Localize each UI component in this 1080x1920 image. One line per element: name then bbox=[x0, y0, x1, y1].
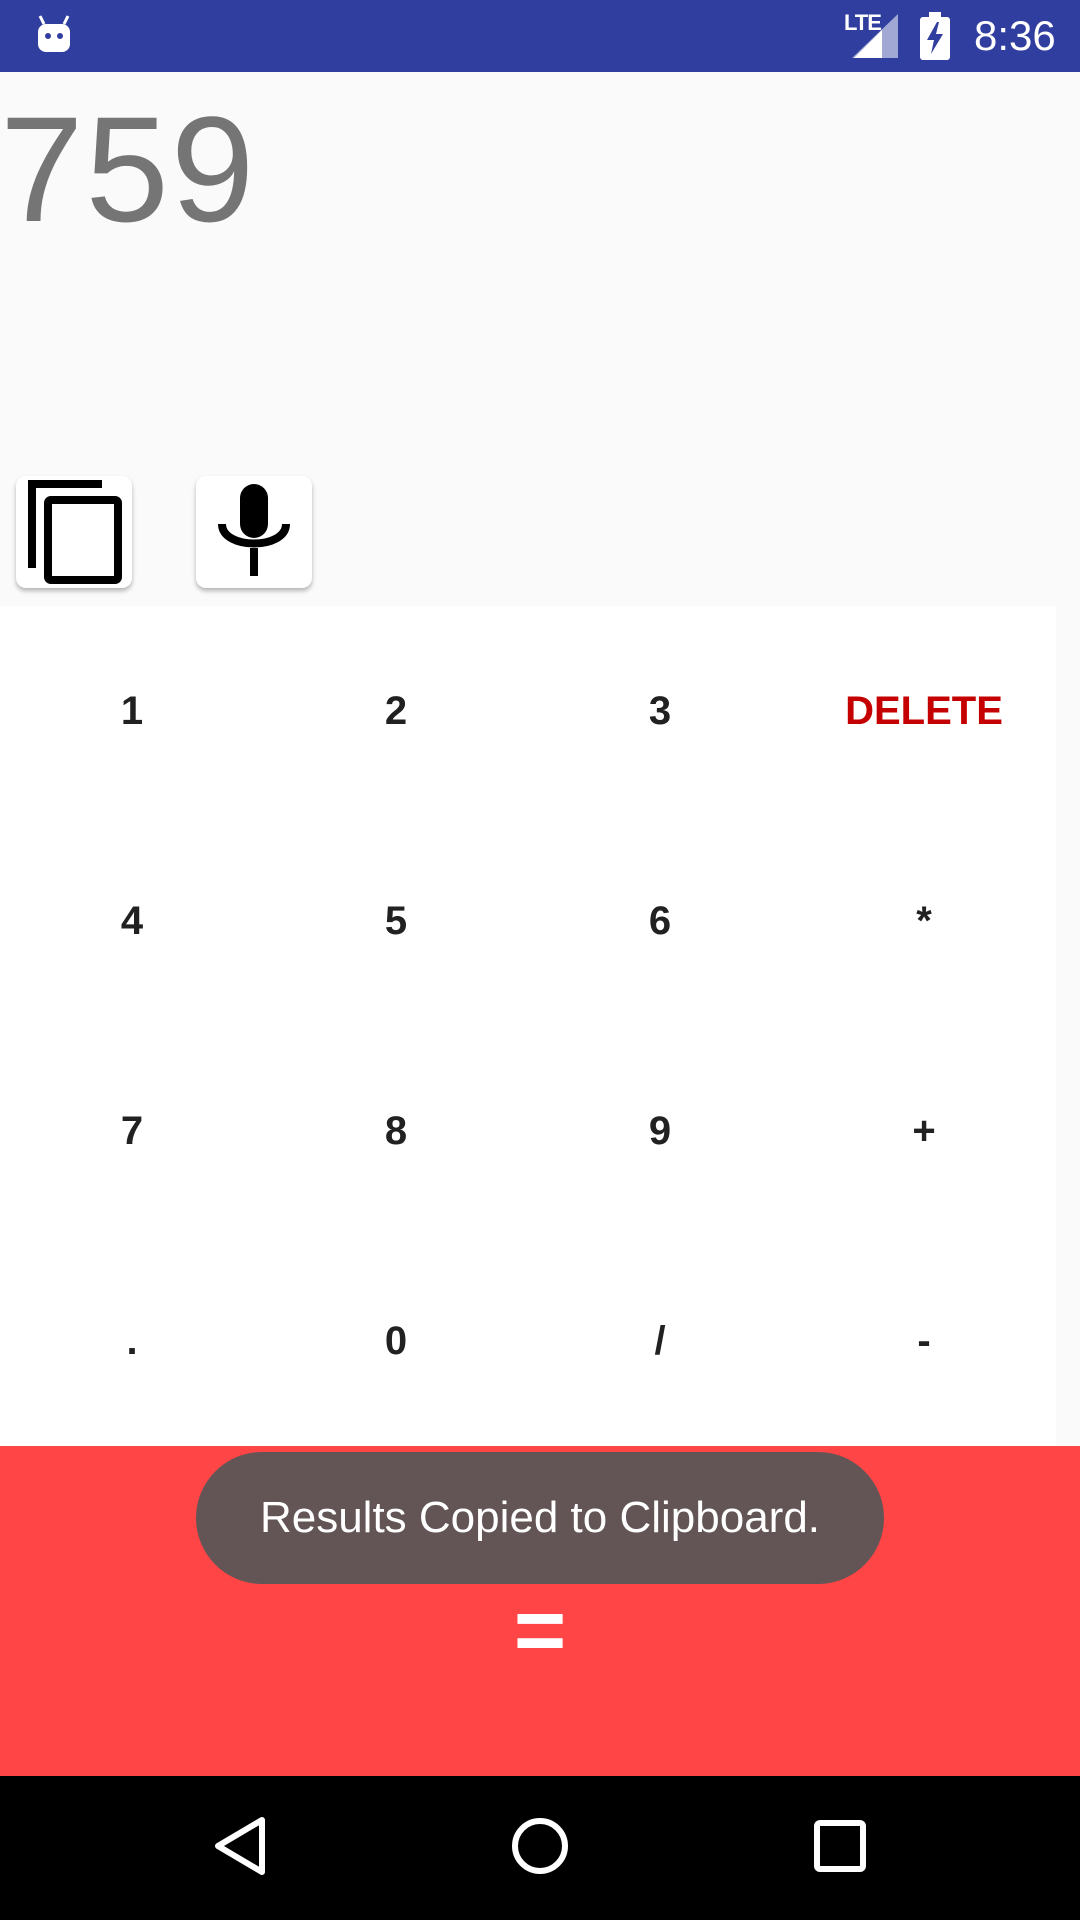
navigation-bar bbox=[0, 1776, 1080, 1920]
key-8[interactable]: 8 bbox=[264, 1026, 528, 1236]
key-decimal[interactable]: . bbox=[0, 1236, 264, 1446]
back-icon bbox=[212, 1816, 268, 1881]
back-button[interactable] bbox=[204, 1812, 276, 1884]
status-bar: LTE 8:36 bbox=[0, 0, 1080, 72]
home-button[interactable] bbox=[504, 1812, 576, 1884]
battery-charging-icon bbox=[920, 12, 950, 65]
key-2[interactable]: 2 bbox=[264, 606, 528, 816]
calculator-display: 759 bbox=[0, 72, 1080, 606]
copy-icon bbox=[24, 476, 124, 589]
delete-button[interactable]: DELETE bbox=[792, 606, 1056, 816]
key-4[interactable]: 4 bbox=[0, 816, 264, 1026]
key-multiply[interactable]: * bbox=[792, 816, 1056, 1026]
key-minus[interactable]: - bbox=[792, 1236, 1056, 1446]
key-divide[interactable]: / bbox=[528, 1236, 792, 1446]
android-icon bbox=[36, 14, 72, 59]
toast-message: Results Copied to Clipboard. bbox=[196, 1452, 884, 1584]
key-5[interactable]: 5 bbox=[264, 816, 528, 1026]
key-1[interactable]: 1 bbox=[0, 606, 264, 816]
key-plus[interactable]: + bbox=[792, 1026, 1056, 1236]
key-0[interactable]: 0 bbox=[264, 1236, 528, 1446]
key-7[interactable]: 7 bbox=[0, 1026, 264, 1236]
status-time: 8:36 bbox=[974, 12, 1056, 59]
home-icon bbox=[510, 1816, 570, 1881]
key-9[interactable]: 9 bbox=[528, 1026, 792, 1236]
key-3[interactable]: 3 bbox=[528, 606, 792, 816]
result-text: 759 bbox=[0, 85, 257, 253]
recents-button[interactable] bbox=[804, 1812, 876, 1884]
microphone-icon bbox=[216, 483, 292, 581]
recents-icon bbox=[814, 1819, 866, 1877]
keypad: 1 2 3 DELETE 4 5 6 * 7 8 9 + . 0 / - bbox=[0, 606, 1056, 1446]
equals-label: = bbox=[513, 1581, 567, 1681]
copy-button[interactable] bbox=[16, 476, 132, 588]
signal-icon bbox=[852, 14, 898, 63]
key-6[interactable]: 6 bbox=[528, 816, 792, 1026]
microphone-button[interactable] bbox=[196, 476, 312, 588]
